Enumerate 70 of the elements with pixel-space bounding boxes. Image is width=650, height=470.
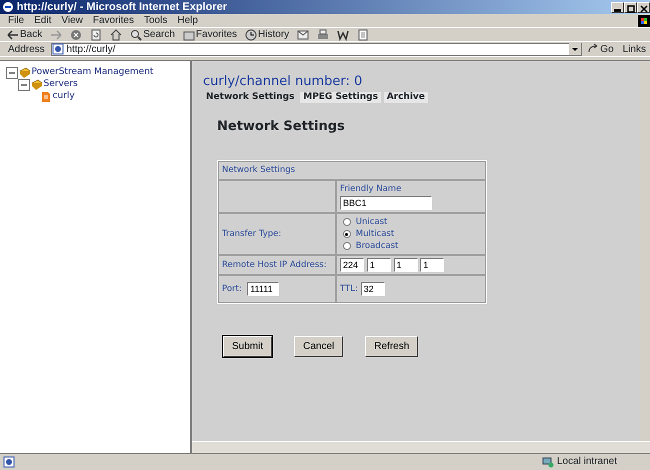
form-button[interactable]: Refresh	[365, 336, 418, 358]
links-button[interactable]: Links	[618, 42, 650, 56]
address-label: Address	[7, 42, 46, 56]
vertical-scrollbar[interactable]	[640, 61, 650, 441]
form-button[interactable]: Cancel	[294, 336, 344, 358]
radio-button[interactable]	[342, 218, 351, 226]
go-arrow-icon	[587, 43, 600, 55]
ip-octet-field[interactable]: 224	[340, 258, 364, 272]
collapse-icon[interactable]	[6, 66, 18, 78]
mail-icon[interactable]	[297, 28, 310, 40]
search-button[interactable]: Search	[127, 28, 178, 42]
tab[interactable]: Archive	[384, 92, 428, 102]
document-icon[interactable]	[357, 28, 370, 40]
stop-icon[interactable]	[70, 28, 82, 40]
search-icon	[130, 28, 142, 40]
browser-page-icon	[3, 456, 15, 468]
close-icon	[638, 2, 650, 14]
radio-label[interactable]: Multicast	[356, 228, 394, 241]
minimize-button[interactable]	[611, 2, 624, 12]
menu-item[interactable]: Favorites	[88, 13, 138, 28]
field-label: Friendly Name	[340, 182, 402, 196]
tab[interactable]: Network Settings	[203, 92, 298, 102]
minimize-icon	[614, 8, 621, 12]
maximize-icon	[625, 2, 637, 14]
favorites-button[interactable]: Favorites	[180, 28, 240, 42]
file-icon	[40, 90, 52, 102]
word-w-icon[interactable]	[337, 28, 350, 40]
tree-item[interactable]: curly	[52, 90, 75, 104]
home-icon[interactable]	[110, 28, 122, 40]
radio-label[interactable]: Broadcast	[356, 240, 398, 253]
go-button[interactable]: Go	[584, 42, 617, 56]
input-field[interactable]: 32	[360, 282, 385, 296]
field-label: Transfer Type:	[222, 228, 282, 239]
ip-octet-field[interactable]: 1	[394, 258, 418, 272]
radio-button[interactable]	[342, 242, 351, 250]
menu-item[interactable]: Edit	[30, 13, 56, 28]
printer-icon[interactable]	[317, 28, 330, 40]
input-field[interactable]: 11111	[247, 282, 280, 296]
input-field[interactable]: BBC1	[340, 196, 432, 210]
tree-item[interactable]: PowerStream Management	[32, 66, 154, 80]
collapse-icon[interactable]	[18, 78, 30, 90]
back-arrow-icon	[7, 28, 19, 40]
field-label: Remote Host IP Address:	[222, 260, 327, 270]
menu-item[interactable]: View	[57, 13, 87, 28]
address-field[interactable]: http://curly/	[50, 42, 582, 56]
back-button[interactable]: Back	[4, 28, 46, 42]
ip-octet-field[interactable]: 1	[420, 258, 444, 272]
horizontal-scrollbar[interactable]	[192, 441, 650, 453]
field-label: TTL:	[340, 282, 358, 296]
intranet-icon	[542, 456, 554, 468]
window-title: http://curly/ - Microsoft Internet Explorer	[16, 0, 228, 14]
close-button[interactable]	[637, 2, 650, 12]
menu-item[interactable]: Help	[173, 13, 202, 28]
radio-label[interactable]: Unicast	[356, 216, 388, 229]
history-button[interactable]: History	[242, 28, 292, 42]
form-button[interactable]: Submit	[223, 336, 272, 358]
tree-item[interactable]: Servers	[44, 78, 78, 92]
zone-label: Local intranet	[556, 455, 617, 469]
ip-octet-field[interactable]: 1	[366, 258, 391, 272]
windows-logo-icon	[638, 14, 650, 26]
tab[interactable]: MPEG Settings	[300, 92, 381, 102]
table-caption: Network Settings	[222, 165, 296, 175]
section-title: Network Settings	[217, 118, 346, 136]
refresh-icon[interactable]	[90, 28, 102, 40]
radio-button[interactable]	[342, 230, 351, 238]
menu-item[interactable]: Tools	[140, 13, 172, 28]
maximize-button[interactable]	[624, 2, 637, 12]
field-label: Port:	[222, 282, 242, 296]
menu-item[interactable]: File	[4, 13, 28, 28]
page-heading: curly/channel number: 0	[203, 73, 364, 91]
